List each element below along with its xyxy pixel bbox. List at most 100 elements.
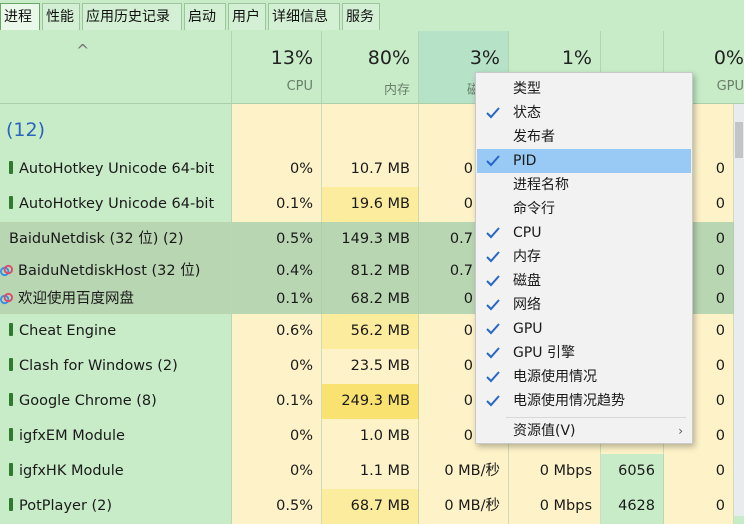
process-name: igfxEM Module: [19, 428, 125, 444]
menu-item-label: 类型: [513, 81, 541, 97]
gpu-header-label: GPU: [716, 79, 744, 94]
checkmark-icon: [486, 347, 500, 359]
menu-item-label: 资源值(V): [513, 423, 576, 439]
menu-item-memory[interactable]: 内存: [477, 245, 691, 269]
cell-memory: 19.6 MB: [322, 187, 419, 222]
checkmark-icon: [486, 275, 500, 287]
menu-item-label: 发布者: [513, 129, 555, 145]
tab-users[interactable]: 用户: [228, 3, 266, 30]
autohotkey-icon: [9, 161, 13, 174]
tab-processes[interactable]: 进程: [0, 3, 40, 30]
cell-cpu: 0.4%: [232, 257, 322, 285]
cell-memory: 149.3 MB: [322, 222, 419, 257]
menu-item-gpu-engine[interactable]: GPU 引擎: [477, 341, 691, 365]
network-total-percent: 1%: [561, 47, 592, 69]
process-name: AutoHotkey Unicode 64-bit: [19, 196, 215, 212]
checkmark-icon: [486, 251, 500, 263]
cell-cpu: 0%: [232, 349, 322, 384]
menu-item-resource-values[interactable]: 资源值(V) ›: [477, 419, 691, 443]
process-name: BaiduNetdisk (32 位) (2): [9, 231, 184, 247]
cpu-total-percent: 13%: [270, 47, 313, 69]
process-name: Cheat Engine: [19, 323, 117, 339]
checkmark-icon: [486, 155, 500, 167]
potplayer-icon: [9, 498, 13, 511]
cell-name: Cheat Engine: [0, 314, 232, 349]
baidu-netdisk-icon: [0, 292, 13, 305]
cell-cpu: 0%: [232, 419, 322, 454]
cell-name: igfxEM Module: [0, 419, 232, 454]
menu-item-cpu[interactable]: CPU: [477, 221, 691, 245]
table-row[interactable]: igfxHK Module 0% 1.1 MB 0 MB/秒 0 Mbps 60…: [0, 454, 744, 489]
tab-app-history[interactable]: 应用历史记录: [82, 3, 182, 30]
cell-network: 0 Mbps: [509, 489, 601, 524]
tab-details[interactable]: 详细信息: [268, 3, 340, 30]
cell-memory: 56.2 MB: [322, 314, 419, 349]
cell-name: AutoHotkey Unicode 64-bit: [0, 187, 232, 222]
cell-name: BaiduNetdiskHost (32 位): [0, 257, 232, 285]
menu-item-label: PID: [513, 153, 537, 169]
cell-memory: 10.7 MB: [322, 152, 419, 187]
tab-startup[interactable]: 启动: [184, 3, 226, 30]
cell-network: 0 Mbps: [509, 454, 601, 489]
group-count: (12): [0, 104, 232, 152]
menu-item-label: 内存: [513, 249, 541, 265]
checkmark-icon: [486, 299, 500, 311]
tab-bar: 进程 性能 应用历史记录 启动 用户 详细信息 服务: [0, 0, 744, 32]
cell-name: igfxHK Module: [0, 454, 232, 489]
cell-gpu: 0: [664, 489, 734, 524]
menu-item-label: 电源使用情况: [513, 369, 597, 385]
cell-disk: 0 MB/秒: [419, 489, 509, 524]
cell-cpu: 0%: [232, 454, 322, 489]
menu-separator: [506, 417, 686, 418]
menu-item-label: 状态: [513, 105, 541, 121]
menu-item-process-name[interactable]: 进程名称: [477, 173, 691, 197]
menu-item-command-line[interactable]: 命令行: [477, 197, 691, 221]
menu-item-power-usage-trend[interactable]: 电源使用情况趋势: [477, 389, 691, 413]
menu-item-power-usage[interactable]: 电源使用情况: [477, 365, 691, 389]
menu-item-label: 电源使用情况趋势: [513, 393, 625, 409]
cell-cpu: 0.6%: [232, 314, 322, 349]
cell-memory: 81.2 MB: [322, 257, 419, 285]
process-name: BaiduNetdiskHost (32 位): [18, 263, 201, 279]
menu-item-type[interactable]: 类型: [477, 77, 691, 101]
tab-services[interactable]: 服务: [342, 3, 380, 30]
tab-performance[interactable]: 性能: [42, 3, 80, 30]
memory-header-label: 内存: [383, 83, 410, 98]
cell-cpu: 0.1%: [232, 384, 322, 419]
cell-cpu: 0%: [232, 152, 322, 187]
cpu-header-label: CPU: [286, 79, 313, 94]
checkmark-icon: [486, 227, 500, 239]
menu-item-disk[interactable]: 磁盘: [477, 269, 691, 293]
scrollbar-thumb[interactable]: [735, 122, 743, 158]
vertical-scrollbar[interactable]: [734, 104, 744, 516]
column-header-name[interactable]: ^: [0, 31, 232, 104]
column-header-memory[interactable]: 80% 内存: [322, 31, 419, 104]
cell-memory: 1.1 MB: [322, 454, 419, 489]
column-header-cpu[interactable]: 13% CPU: [232, 31, 322, 104]
menu-item-label: 命令行: [513, 201, 555, 217]
menu-item-label: 网络: [513, 297, 541, 313]
checkmark-icon: [486, 107, 500, 119]
chrome-icon: [9, 393, 13, 406]
disk-total-percent: 3%: [469, 47, 500, 69]
cell-memory: 249.3 MB: [322, 384, 419, 419]
autohotkey-icon: [9, 196, 13, 209]
menu-item-status[interactable]: 状态: [477, 101, 691, 125]
menu-item-pid[interactable]: PID: [477, 149, 691, 173]
cell-name: Google Chrome (8): [0, 384, 232, 419]
igfxem-icon: [9, 428, 13, 441]
process-name: Google Chrome (8): [19, 393, 157, 409]
cell-disk: 0 MB/秒: [419, 454, 509, 489]
memory-total-percent: 80%: [367, 47, 410, 69]
process-name: AutoHotkey Unicode 64-bit: [19, 161, 215, 177]
menu-item-publisher[interactable]: 发布者: [477, 125, 691, 149]
clash-icon: [9, 358, 13, 371]
process-name: PotPlayer (2): [19, 498, 113, 514]
cell-cpu: 0.1%: [232, 285, 322, 314]
cell-pid: 4628: [601, 489, 664, 524]
cell-cpu: 0.1%: [232, 187, 322, 222]
menu-item-gpu[interactable]: GPU: [477, 317, 691, 341]
table-row[interactable]: PotPlayer (2) 0.5% 68.7 MB 0 MB/秒 0 Mbps…: [0, 489, 744, 524]
menu-item-label: GPU: [513, 321, 543, 337]
menu-item-network[interactable]: 网络: [477, 293, 691, 317]
